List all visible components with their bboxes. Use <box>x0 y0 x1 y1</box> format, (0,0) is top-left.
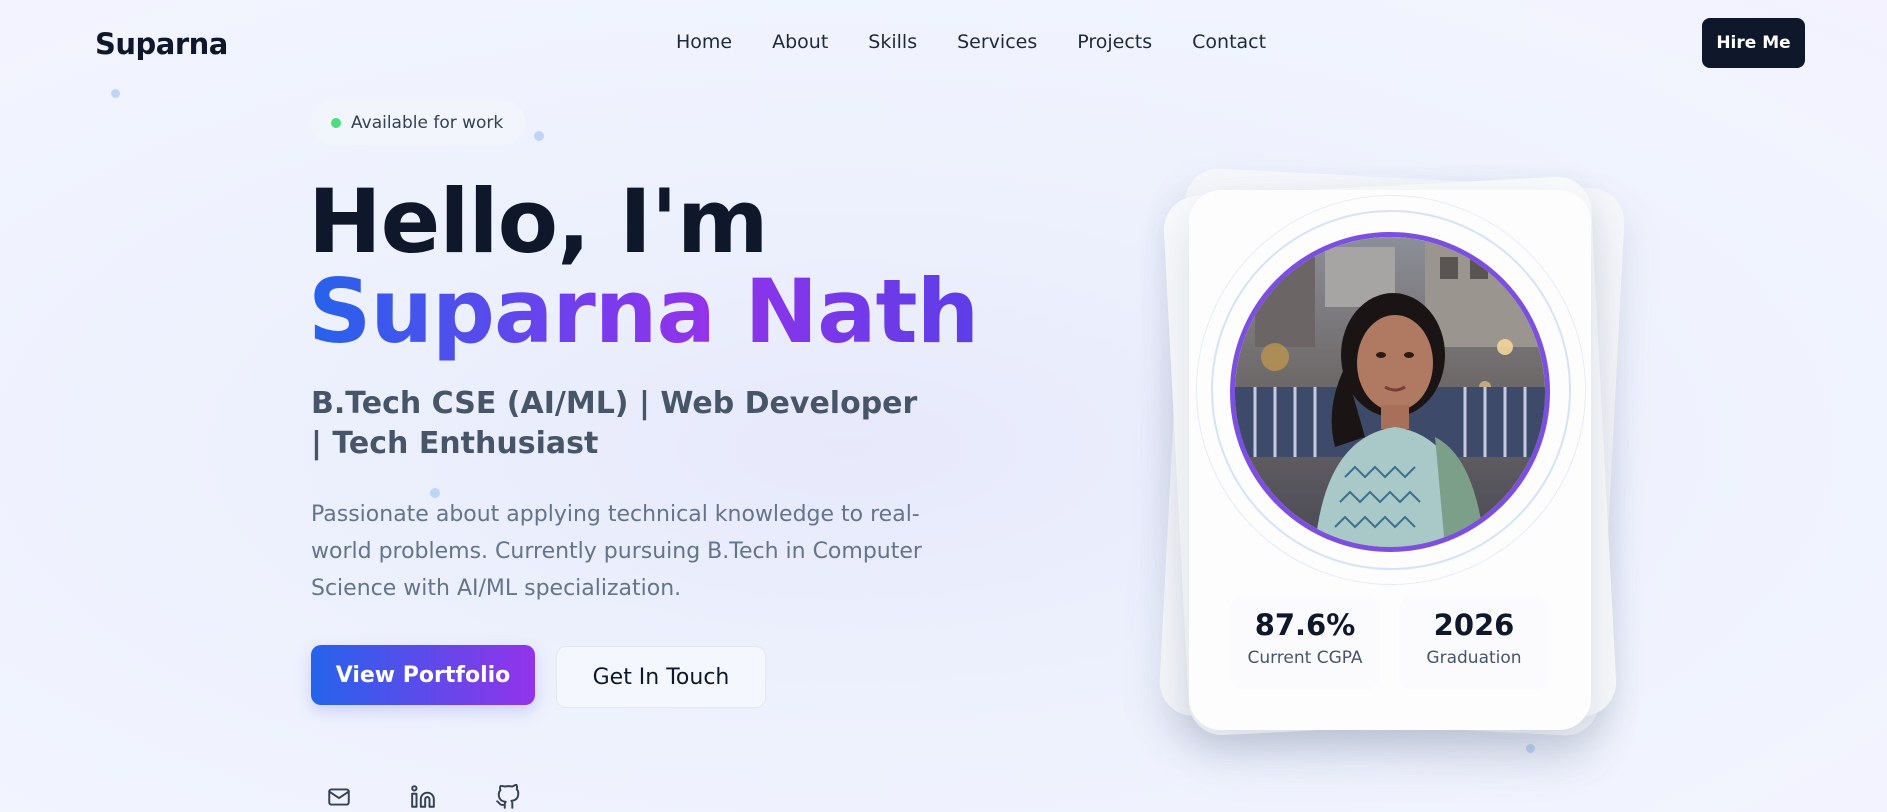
hire-me-button[interactable]: Hire Me <box>1702 18 1805 68</box>
hero-description: Passionate about applying technical know… <box>311 502 922 601</box>
nav-about[interactable]: About <box>772 31 828 53</box>
stat-cgpa-label: Current CGPA <box>1247 648 1363 668</box>
main-menu: Home About Skills Services Projects Cont… <box>676 31 1306 53</box>
nav-skills[interactable]: Skills <box>868 31 917 53</box>
site-logo[interactable]: Suparna <box>95 27 228 61</box>
hero-greeting: Hello, I'm <box>308 170 769 273</box>
nav-projects[interactable]: Projects <box>1077 31 1152 53</box>
availability-text: Available for work <box>351 112 504 133</box>
decor-dot <box>1526 744 1535 753</box>
stat-graduation-value: 2026 <box>1433 608 1515 642</box>
profile-photo-illustration <box>1235 237 1545 547</box>
nav-home[interactable]: Home <box>676 31 732 53</box>
stat-cgpa: 87.6% Current CGPA <box>1230 596 1380 690</box>
github-icon[interactable] <box>493 782 523 812</box>
availability-badge: Available for work <box>311 100 526 145</box>
stat-graduation: 2026 Graduation <box>1399 596 1549 690</box>
nav-services[interactable]: Services <box>957 31 1037 53</box>
hero-subtitle: B.Tech CSE (AI/ML) | Web Developer | Tec… <box>311 386 918 461</box>
stat-cgpa-value: 87.6% <box>1254 608 1356 642</box>
nav-contact[interactable]: Contact <box>1192 31 1266 53</box>
profile-photo <box>1230 232 1550 552</box>
top-navbar: Suparna Home About Skills Services Proje… <box>0 0 1887 88</box>
get-in-touch-button[interactable]: Get In Touch <box>556 646 766 708</box>
view-portfolio-button[interactable]: View Portfolio <box>311 645 535 705</box>
mail-icon[interactable] <box>324 782 354 812</box>
stat-graduation-label: Graduation <box>1426 648 1522 668</box>
status-dot-icon <box>331 117 341 128</box>
decor-dot <box>111 89 120 98</box>
decor-dot <box>534 131 544 141</box>
hero-name: Suparna Nath <box>308 260 979 363</box>
linkedin-icon[interactable] <box>408 782 438 812</box>
